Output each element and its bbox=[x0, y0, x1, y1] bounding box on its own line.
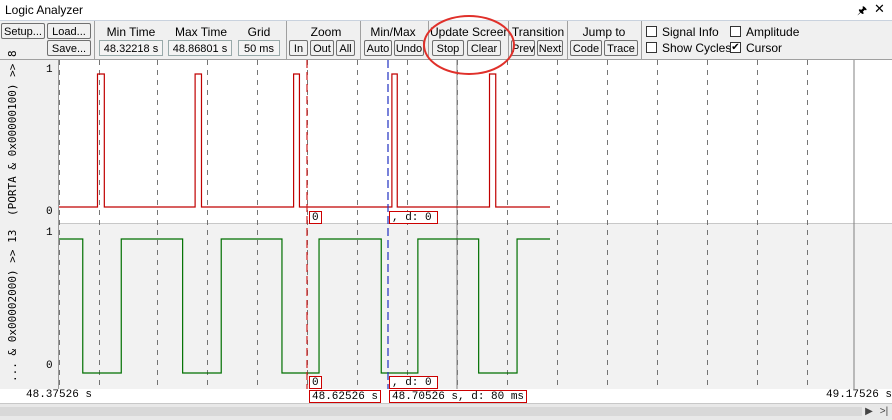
separator bbox=[94, 21, 95, 59]
min-time-value: 48.32218 s bbox=[99, 40, 163, 56]
signal-name-porta[interactable]: (PORTA & 0x00000100) >> 8 bbox=[6, 50, 19, 216]
signal1-low-label: 0 bbox=[46, 206, 53, 218]
grid-value: 50 ms bbox=[238, 40, 280, 56]
scroll-right-icon[interactable]: ▶ bbox=[862, 405, 876, 419]
horizontal-scrollbar[interactable]: ▶ >| bbox=[0, 403, 892, 420]
prev-button[interactable]: Prev bbox=[511, 40, 535, 56]
grid-label: Grid bbox=[247, 25, 271, 39]
max-time-label: Max Time bbox=[174, 25, 227, 39]
min-time-label: Min Time bbox=[106, 25, 156, 39]
cursor2-time: 48.70526 s, d: 80 ms bbox=[389, 390, 528, 403]
clear-button[interactable]: Clear bbox=[467, 40, 501, 56]
separator bbox=[508, 21, 509, 59]
signal2-high-label: 1 bbox=[46, 227, 53, 239]
cursor-label: Cursor bbox=[746, 41, 783, 55]
cursor1-time: 48.62526 s bbox=[309, 390, 382, 403]
zoom-out-button[interactable]: Out bbox=[310, 40, 334, 56]
cursor2-tag-signal1: , d: 0 bbox=[389, 211, 438, 224]
cursor1-tag-signal1: 0 bbox=[309, 211, 322, 224]
cursor2-tag-signal2: , d: 0 bbox=[389, 376, 438, 389]
signal1-lane bbox=[59, 60, 892, 223]
signal-info-checkbox[interactable] bbox=[646, 26, 657, 37]
separator bbox=[360, 21, 361, 59]
load-button[interactable]: Load... bbox=[47, 23, 91, 39]
save-button[interactable]: Save... bbox=[47, 40, 91, 56]
transition-label: Transition bbox=[511, 25, 565, 39]
separator bbox=[286, 21, 287, 59]
scroll-track[interactable] bbox=[0, 407, 862, 416]
show-cycles-checkbox[interactable] bbox=[646, 42, 657, 53]
zoom-label: Zoom bbox=[310, 25, 342, 39]
time-end: 49.17526 s bbox=[826, 389, 892, 401]
title-bar: Logic Analyzer 🖈 ✕ bbox=[0, 0, 892, 21]
scroll-end-icon[interactable]: >| bbox=[876, 405, 892, 419]
amplitude-label: Amplitude bbox=[746, 25, 800, 39]
next-button[interactable]: Next bbox=[537, 40, 563, 56]
auto-button[interactable]: Auto bbox=[364, 40, 392, 56]
time-start: 48.37526 s bbox=[26, 389, 93, 401]
time-axis: 48.37526 s 48.62526 s 48.70526 s, d: 80 … bbox=[0, 389, 892, 403]
undo-button[interactable]: Undo bbox=[394, 40, 424, 56]
setup-button[interactable]: Setup... bbox=[1, 23, 45, 39]
amplitude-checkbox[interactable] bbox=[730, 26, 741, 37]
stop-button[interactable]: Stop bbox=[432, 40, 464, 56]
cursor-checkbox[interactable]: ✔ bbox=[730, 42, 741, 53]
window-title: Logic Analyzer bbox=[5, 3, 84, 17]
waveform-plot[interactable] bbox=[59, 60, 892, 389]
toolbar: Setup... Load... Save... Min Time 48.322… bbox=[0, 21, 892, 60]
update-screen-label: Update Screen bbox=[430, 25, 511, 39]
close-icon[interactable]: ✕ bbox=[874, 1, 885, 17]
signal2-lane bbox=[59, 223, 892, 389]
cursor1-tag-signal2: 0 bbox=[309, 376, 322, 389]
signal2-low-label: 0 bbox=[46, 360, 53, 372]
signal1-high-label: 1 bbox=[46, 64, 53, 76]
jump-trace-button[interactable]: Trace bbox=[604, 40, 638, 56]
signal-info-label: Signal Info bbox=[662, 25, 719, 39]
separator bbox=[428, 21, 429, 59]
minmax-label: Min/Max bbox=[370, 25, 416, 39]
separator bbox=[641, 21, 642, 59]
separator bbox=[567, 21, 568, 59]
zoom-in-button[interactable]: In bbox=[289, 40, 308, 56]
show-cycles-label: Show Cycles bbox=[662, 41, 732, 55]
signal-name-bit13[interactable]: ... & 0x00002000) >> 13 bbox=[6, 230, 19, 382]
max-time-value: 48.86801 s bbox=[168, 40, 232, 56]
jump-code-button[interactable]: Code bbox=[570, 40, 602, 56]
jump-to-label: Jump to bbox=[582, 25, 626, 39]
signal-name-panel: (PORTA & 0x00000100) >> 8 ... & 0x000020… bbox=[0, 50, 59, 389]
zoom-all-button[interactable]: All bbox=[336, 40, 355, 56]
pin-icon[interactable]: 🖈 bbox=[857, 2, 867, 21]
